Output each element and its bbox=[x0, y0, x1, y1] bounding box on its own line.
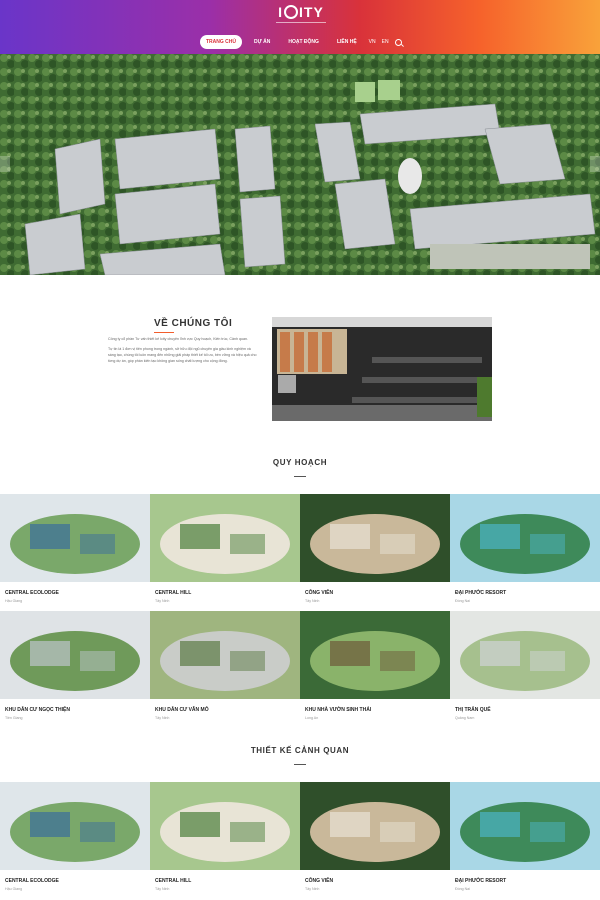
project-location: Tây Ninh bbox=[155, 716, 170, 720]
project-location: Hậu Giang bbox=[5, 599, 23, 603]
project-thumbnail[interactable] bbox=[0, 782, 150, 870]
lang-vn[interactable]: VN bbox=[369, 39, 376, 45]
about-text: Công ty cổ phần Tư vấn thiết kế Icity ch… bbox=[108, 336, 258, 368]
project-card[interactable]: Đại Phước Resort Đồng Nai bbox=[450, 782, 600, 899]
project-thumbnail[interactable] bbox=[450, 782, 600, 870]
project-thumbnail[interactable] bbox=[300, 494, 450, 582]
project-card[interactable]: Khu dân cư Văn Mỗ Tây Ninh bbox=[150, 611, 300, 728]
hero-aerial-image bbox=[0, 54, 600, 275]
planning-grid: Central Ecolodge Hậu Giang Central Hill Tây… bbox=[0, 494, 600, 728]
office-photo bbox=[272, 317, 492, 421]
project-thumbnail[interactable] bbox=[0, 611, 150, 699]
project-name[interactable]: Central Ecolodge bbox=[5, 590, 59, 596]
project-thumbnail[interactable] bbox=[150, 611, 300, 699]
nav-projects[interactable]: Dự án bbox=[248, 35, 276, 49]
project-thumbnail[interactable] bbox=[150, 782, 300, 870]
section-divider bbox=[294, 764, 306, 765]
section-title-landscape: THIẾT KẾ CẢNH QUAN bbox=[250, 746, 350, 755]
about-paragraph-1: Công ty cổ phần Tư vấn thiết kế Icity ch… bbox=[108, 337, 248, 341]
logo-tagline-line bbox=[276, 22, 326, 26]
search-icon[interactable] bbox=[394, 38, 402, 46]
landscape-grid: Central Ecolodge Hậu Giang Central Hill Tây… bbox=[0, 782, 600, 899]
project-card[interactable]: Central Hill Tây Ninh bbox=[150, 782, 300, 899]
project-thumbnail[interactable] bbox=[150, 494, 300, 582]
project-card[interactable]: Central Ecolodge Hậu Giang bbox=[0, 494, 150, 611]
project-name[interactable]: Khu nhà vườn sinh thái bbox=[305, 707, 371, 713]
project-name[interactable]: Công viên bbox=[305, 590, 333, 596]
section-title-planning: QUY HOẠCH bbox=[272, 458, 328, 467]
about-divider bbox=[154, 332, 174, 333]
hero-slider bbox=[0, 54, 600, 275]
project-location: Tây Ninh bbox=[155, 599, 170, 603]
nav-home[interactable]: Trang chủ bbox=[200, 35, 242, 49]
project-name[interactable]: Khu dân cư Văn Mỗ bbox=[155, 707, 209, 713]
project-thumbnail[interactable] bbox=[300, 611, 450, 699]
project-location: Tây Ninh bbox=[305, 887, 320, 891]
project-card[interactable]: Central Ecolodge Hậu Giang bbox=[0, 782, 150, 899]
main-nav: Trang chủ Dự án Hoạt động Liên hệ VN EN bbox=[200, 34, 402, 50]
hero-prev-arrow[interactable] bbox=[0, 156, 10, 172]
project-location: Tây Ninh bbox=[305, 599, 320, 603]
project-thumbnail[interactable] bbox=[450, 494, 600, 582]
hero-next-arrow[interactable] bbox=[590, 156, 600, 172]
project-card[interactable]: Thị trấn Quế Quảng Nam bbox=[450, 611, 600, 728]
lang-en[interactable]: EN bbox=[382, 39, 389, 45]
nav-contact[interactable]: Liên hệ bbox=[331, 35, 363, 49]
project-card[interactable]: Đại Phước Resort Đồng Nai bbox=[450, 494, 600, 611]
project-name[interactable]: Central Hill bbox=[155, 590, 191, 596]
project-location: Long An bbox=[305, 716, 319, 720]
project-location: Đồng Nai bbox=[455, 887, 470, 891]
project-name[interactable]: Central Hill bbox=[155, 878, 191, 884]
project-name[interactable]: Đại Phước Resort bbox=[455, 590, 506, 596]
project-thumbnail[interactable] bbox=[300, 782, 450, 870]
project-card[interactable]: Công viên Tây Ninh bbox=[300, 782, 450, 899]
project-location: Hậu Giang bbox=[5, 887, 23, 891]
project-card[interactable]: Công viên Tây Ninh bbox=[300, 494, 450, 611]
project-name[interactable]: Khu dân cư Ngọc Thiện bbox=[5, 707, 70, 713]
project-location: Đồng Nai bbox=[455, 599, 470, 603]
project-card[interactable]: Khu nhà vườn sinh thái Long An bbox=[300, 611, 450, 728]
nav-activities[interactable]: Hoạt động bbox=[282, 35, 325, 49]
project-name[interactable]: Công viên bbox=[305, 878, 333, 884]
project-name[interactable]: Central Ecolodge bbox=[5, 878, 59, 884]
project-thumbnail[interactable] bbox=[450, 611, 600, 699]
about-paragraph-2: Tự tin là 1 đơn vị tiên phong trong ngàn… bbox=[108, 347, 257, 363]
project-location: Quảng Nam bbox=[455, 716, 475, 720]
project-name[interactable]: Thị trấn Quế bbox=[455, 707, 491, 713]
section-divider bbox=[294, 476, 306, 477]
project-location: Tiền Giang bbox=[5, 716, 23, 720]
site-header: I ITY Trang chủ Dự án Hoạt động Liên hệ V… bbox=[0, 0, 600, 54]
about-title: VỀ CHÚNG TÔI bbox=[154, 318, 233, 329]
project-card[interactable]: Khu dân cư Ngọc Thiện Tiền Giang bbox=[0, 611, 150, 728]
project-thumbnail[interactable] bbox=[0, 494, 150, 582]
project-card[interactable]: Central Hill Tây Ninh bbox=[150, 494, 300, 611]
project-location: Tây Ninh bbox=[155, 887, 170, 891]
project-name[interactable]: Đại Phước Resort bbox=[455, 878, 506, 884]
